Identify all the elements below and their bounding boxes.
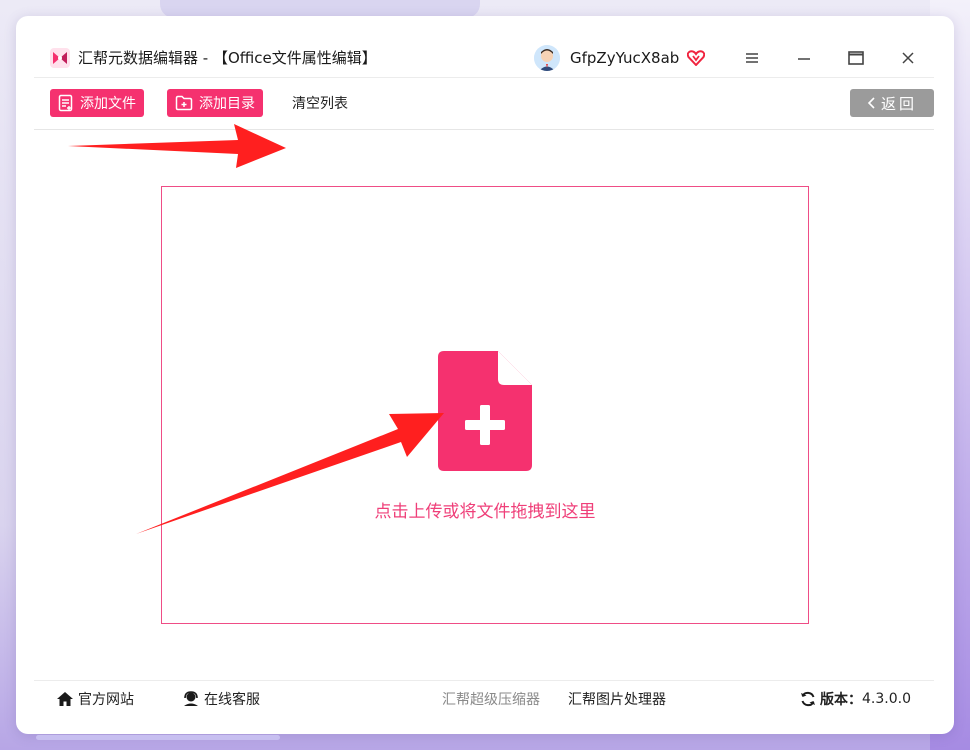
version-info[interactable]: 版本： 4.3.0.0 [800, 689, 911, 709]
back-button[interactable]: 返回 [850, 89, 934, 117]
vip-heart-icon[interactable] [687, 49, 706, 67]
version-label: 版本： [820, 692, 862, 708]
image-processor-link[interactable]: 汇帮图片处理器 [568, 689, 666, 709]
avatar-icon[interactable] [534, 45, 560, 71]
app-title: 汇帮元数据编辑器 - 【Office文件属性编辑】 [78, 49, 377, 67]
refresh-icon [801, 691, 815, 707]
title-bar: 汇帮元数据编辑器 - 【Office文件属性编辑】 GfpZyYucX8ab [34, 38, 934, 78]
home-icon [57, 692, 73, 706]
headset-icon [184, 691, 198, 706]
add-file-label: 添加文件 [80, 96, 136, 112]
username: GfpZyYucX8ab [570, 49, 680, 67]
menu-icon[interactable] [726, 38, 778, 78]
add-folder-button[interactable]: 添加目录 [167, 89, 263, 117]
compressor-link[interactable]: 汇帮超级压缩器 [442, 689, 540, 709]
maximize-icon[interactable] [830, 38, 882, 78]
background-bottom-strip [36, 735, 280, 740]
official-site-link[interactable]: 官方网站 [56, 689, 134, 709]
window-controls [726, 38, 934, 78]
add-folder-icon [175, 95, 193, 111]
drop-hint: 点击上传或将文件拖拽到这里 [374, 502, 596, 522]
file-plus-icon[interactable] [438, 351, 532, 471]
annotation-arrow-toolbar [68, 124, 286, 168]
app-logo-icon [50, 47, 70, 68]
app-window: 汇帮元数据编辑器 - 【Office文件属性编辑】 GfpZyYucX8ab 添… [16, 16, 954, 734]
add-file-button[interactable]: 添加文件 [50, 89, 144, 117]
online-service-label: 在线客服 [204, 692, 260, 708]
file-drop-zone[interactable]: 点击上传或将文件拖拽到这里 [161, 186, 809, 624]
add-file-icon [58, 94, 73, 112]
version-value: 4.3.0.0 [862, 691, 911, 707]
official-site-label: 官方网站 [78, 692, 134, 708]
minimize-icon[interactable] [778, 38, 830, 78]
online-service-link[interactable]: 在线客服 [182, 689, 260, 709]
footer: 官方网站 在线客服 汇帮超级压缩器 汇帮图片处理器 版本： 4.3.0.0 [34, 680, 934, 714]
back-label: 返回 [880, 94, 917, 113]
toolbar: 添加文件 添加目录 清空列表 返回 [34, 86, 934, 130]
clear-list-button[interactable]: 清空列表 [292, 89, 348, 117]
user-area[interactable]: GfpZyYucX8ab [534, 38, 706, 78]
add-folder-label: 添加目录 [199, 96, 255, 112]
chevron-left-icon [867, 97, 875, 109]
close-icon[interactable] [882, 38, 934, 78]
